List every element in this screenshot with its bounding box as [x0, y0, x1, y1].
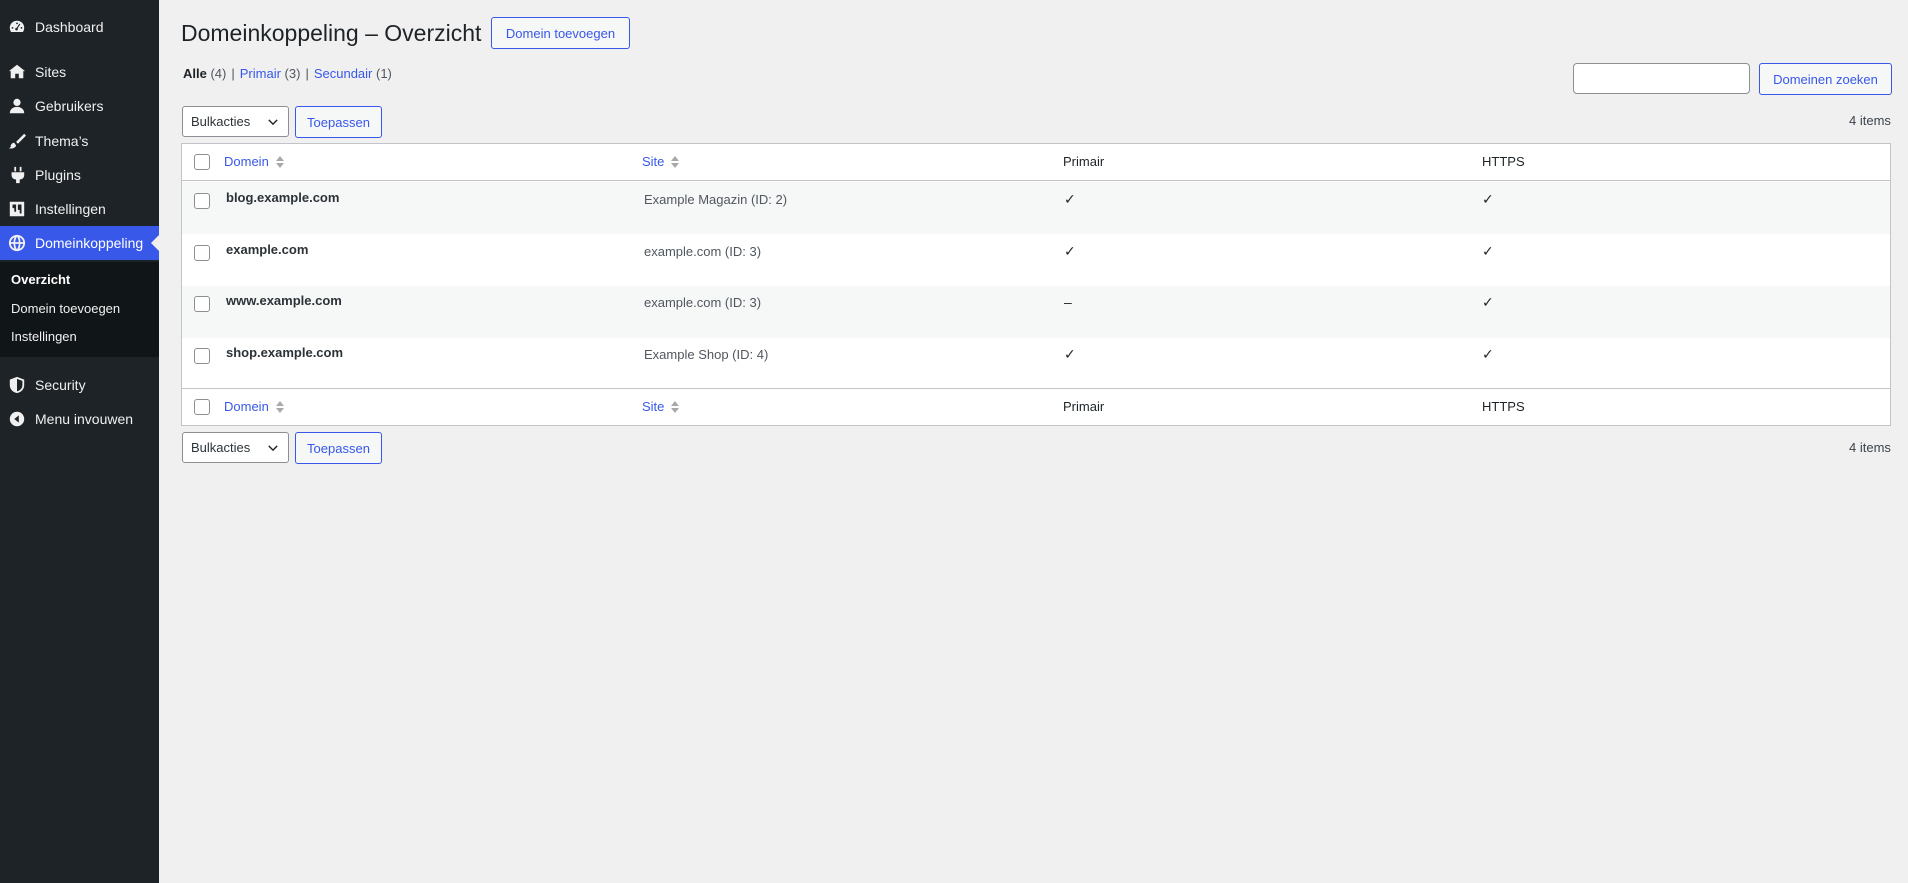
filter-secondary[interactable]: Secundair (1)	[314, 66, 392, 81]
primary-cell: ✓	[1064, 346, 1076, 362]
plugin-icon	[7, 165, 27, 185]
sort-icon	[275, 400, 284, 413]
page-title: Domeinkoppeling – Overzicht	[181, 20, 482, 46]
https-cell: ✓	[1482, 346, 1494, 362]
apply-button[interactable]: Toepassen	[295, 106, 382, 138]
admin-sidebar: Dashboard Sites Gebruikers Thema’s Plugi…	[0, 0, 159, 883]
items-count-bottom: 4 items	[1849, 440, 1891, 455]
sidebar-item-label: Thema’s	[35, 133, 89, 149]
domains-table: Domein Site Primair HTTPS blog.example.c…	[181, 143, 1891, 426]
table-header: Domein Site Primair HTTPS	[182, 144, 1890, 181]
site-cell: example.com (ID: 3)	[644, 244, 762, 259]
filter-separator: |	[305, 66, 309, 81]
table-row: shop.example.com Example Shop (ID: 4) ✓ …	[182, 338, 1890, 390]
sidebar-item-themes[interactable]: Thema’s	[0, 124, 159, 158]
sort-icon	[671, 155, 680, 168]
add-domain-button[interactable]: Domein toevoegen	[491, 17, 630, 49]
domeinkoppeling-submenu: Overzicht Domein toevoegen Instellingen	[0, 262, 159, 357]
select-all-checkbox[interactable]	[194, 399, 210, 415]
domain-cell[interactable]: blog.example.com	[226, 190, 339, 205]
sidebar-item-sites[interactable]: Sites	[0, 55, 159, 89]
users-icon	[7, 96, 27, 116]
primary-cell: ✓	[1064, 191, 1076, 207]
row-checkbox[interactable]	[194, 296, 210, 312]
sidebar-item-settings[interactable]: Instellingen	[0, 192, 159, 226]
primary-cell: ✓	[1064, 243, 1076, 259]
items-count: 4 items	[1849, 113, 1891, 128]
sidebar-item-security[interactable]: Security	[0, 368, 159, 402]
domain-cell[interactable]: www.example.com	[226, 293, 342, 308]
table-row: example.com example.com (ID: 3) ✓ ✓	[182, 234, 1890, 286]
filter-primary[interactable]: Primair (3)	[240, 66, 301, 81]
site-cell: Example Shop (ID: 4)	[644, 347, 769, 362]
settings-icon	[7, 199, 27, 219]
chevron-down-icon	[268, 445, 278, 452]
sidebar-item-plugins[interactable]: Plugins	[0, 158, 159, 192]
sidebar-item-label: Sites	[35, 64, 67, 80]
bulk-actions-select-bottom[interactable]: Bulkacties	[182, 432, 289, 463]
https-cell: ✓	[1482, 191, 1494, 207]
sidebar-item-label: Dashboard	[35, 19, 104, 35]
column-header-domain[interactable]: Domein	[224, 154, 285, 169]
column-header-site[interactable]: Site	[642, 154, 680, 169]
row-checkbox[interactable]	[194, 245, 210, 261]
site-cell: Example Magazin (ID: 2)	[644, 192, 788, 207]
column-footer-site[interactable]: Site	[642, 399, 680, 414]
select-all-checkbox[interactable]	[194, 154, 210, 170]
filter-separator: |	[231, 66, 235, 81]
table-footer: Domein Site Primair HTTPS	[182, 388, 1890, 425]
sites-icon	[7, 62, 27, 82]
sidebar-item-label: Menu invouwen	[35, 411, 134, 427]
submenu-item-instellingen[interactable]: Instellingen	[11, 329, 77, 344]
domain-cell[interactable]: example.com	[226, 242, 308, 257]
sidebar-item-label: Security	[35, 377, 86, 393]
sidebar-item-collapse-menu[interactable]: Menu invouwen	[0, 402, 159, 436]
sort-icon	[275, 155, 284, 168]
primary-cell: –	[1064, 294, 1072, 310]
sidebar-item-label: Instellingen	[35, 201, 106, 217]
sidebar-item-label: Gebruikers	[35, 98, 104, 114]
domain-cell[interactable]: shop.example.com	[226, 345, 343, 360]
sidebar-item-label: Plugins	[35, 167, 81, 183]
column-footer-primary: Primair	[1063, 399, 1105, 414]
sidebar-item-users[interactable]: Gebruikers	[0, 89, 159, 123]
table-row: blog.example.com Example Magazin (ID: 2)…	[182, 182, 1890, 234]
shield-icon	[7, 375, 27, 395]
submenu-item-domein-toevoegen[interactable]: Domein toevoegen	[11, 301, 120, 316]
sidebar-item-dashboard[interactable]: Dashboard	[0, 10, 159, 44]
table-row: www.example.com example.com (ID: 3) – ✓	[182, 286, 1890, 338]
bulk-actions-value: Bulkacties	[191, 114, 251, 129]
filter-all[interactable]: Alle (4)	[183, 66, 226, 81]
sidebar-item-label: Domeinkoppeling	[35, 235, 144, 251]
apply-button-bottom[interactable]: Toepassen	[295, 432, 382, 464]
globe-icon	[7, 233, 27, 253]
column-header-primary: Primair	[1063, 154, 1105, 169]
view-filters: Alle (4) | Primair (3) | Secundair (1)	[183, 66, 392, 81]
sidebar-item-domeinkoppeling[interactable]: Domeinkoppeling	[0, 226, 159, 260]
submenu-item-overzicht[interactable]: Overzicht	[11, 272, 70, 287]
column-footer-domain[interactable]: Domein	[224, 399, 285, 414]
bulk-actions-value: Bulkacties	[191, 440, 251, 455]
collapse-icon	[7, 409, 27, 429]
column-footer-https: HTTPS	[1482, 399, 1525, 414]
column-header-https: HTTPS	[1482, 154, 1525, 169]
dashboard-icon	[7, 17, 27, 37]
search-input[interactable]	[1573, 63, 1750, 94]
search-domains-button[interactable]: Domeinen zoeken	[1759, 63, 1892, 95]
row-checkbox[interactable]	[194, 348, 210, 364]
chevron-down-icon	[268, 119, 278, 126]
sort-icon	[671, 400, 680, 413]
row-checkbox[interactable]	[194, 193, 210, 209]
brush-icon	[7, 131, 27, 151]
bulk-actions-select[interactable]: Bulkacties	[182, 106, 289, 137]
https-cell: ✓	[1482, 294, 1494, 310]
site-cell: example.com (ID: 3)	[644, 295, 762, 310]
https-cell: ✓	[1482, 243, 1494, 259]
